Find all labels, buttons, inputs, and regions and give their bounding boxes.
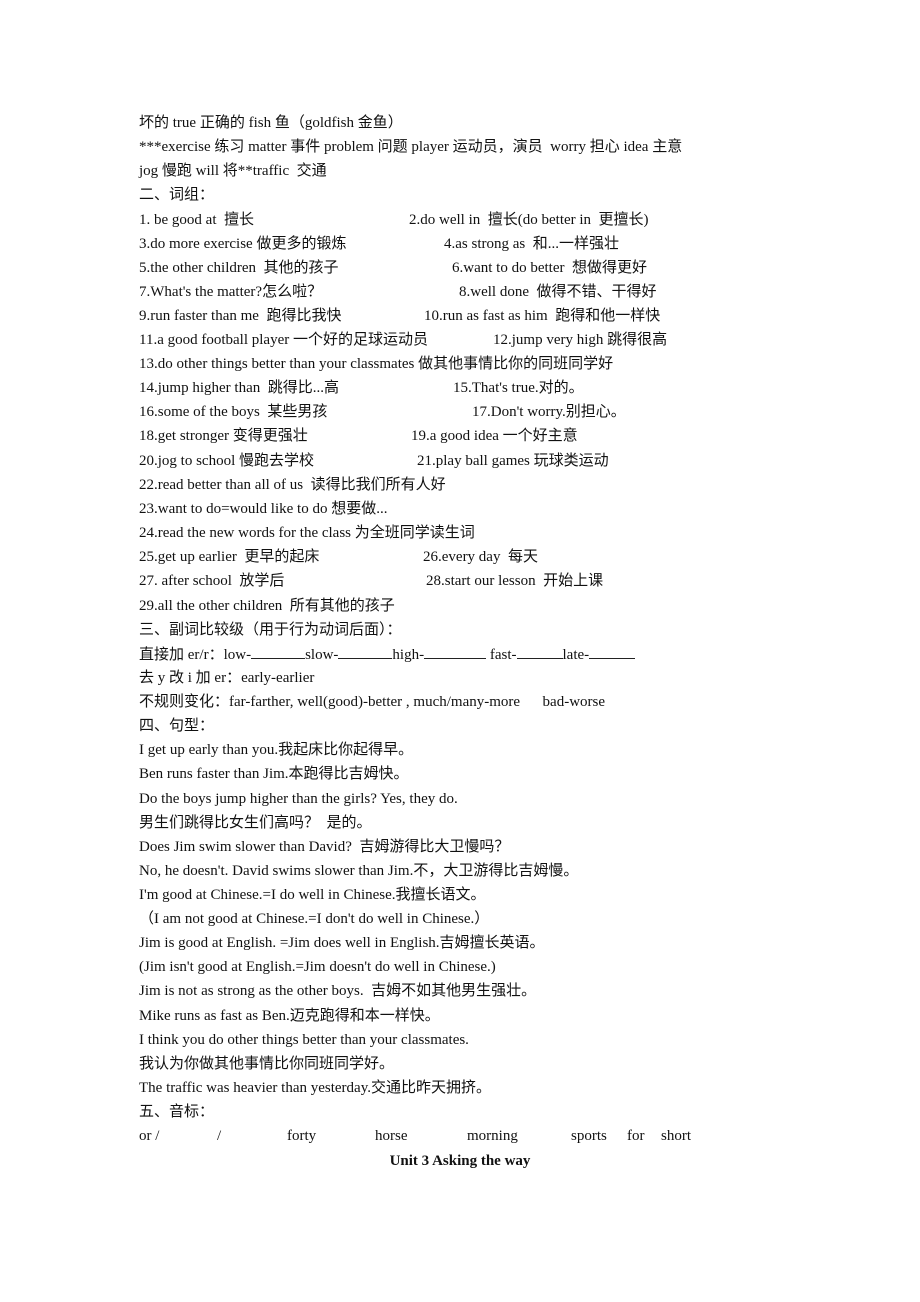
word-stem: high-: [392, 647, 425, 663]
sentence-line: I'm good at Chinese.=I do well in Chines…: [139, 887, 486, 903]
phonetic-word: morning: [467, 1128, 518, 1144]
vocab-line: jog 慢跑 will 将**traffic 交通: [139, 163, 327, 179]
phrase-item: 3.do more exercise 做更多的锻炼: [139, 236, 347, 252]
phrase-item: 24.read the new words for the class 为全班同…: [139, 525, 475, 541]
section-heading-sentences: 四、句型：: [139, 718, 215, 734]
sentence-line: No, he doesn't. David swims slower than …: [139, 863, 579, 879]
phonetic-word: horse: [375, 1128, 408, 1144]
phrase-item: 16.some of the boys 某些男孩: [139, 404, 328, 420]
rule-prefix: 直接加 er/r：: [139, 647, 224, 663]
comparative-rule: 去 y 改 i 加 er：early-earlier: [139, 670, 315, 686]
section-heading-phrases: 二、词组：: [139, 187, 215, 203]
phrase-item: 13.do other things better than your clas…: [139, 356, 614, 372]
answer-blank[interactable]: [589, 644, 636, 659]
phrase-item: 22.read better than all of us 读得比我们所有人好: [139, 477, 446, 493]
phrase-item: 5.the other children 其他的孩子: [139, 260, 339, 276]
section-heading-comparatives: 三、副词比较级（用于行为动词后面）：: [139, 622, 402, 638]
answer-blank[interactable]: [251, 644, 306, 659]
phrase-item: 26.every day 每天: [423, 549, 538, 565]
phrase-item: 6.want to do better 想做得更好: [452, 260, 647, 276]
phrase-item: 10.run as fast as him 跑得和他一样快: [424, 308, 661, 324]
phrase-item: 15.That's true.对的。: [453, 380, 584, 396]
phrase-item: 28.start our lesson 开始上课: [426, 573, 604, 589]
sentence-line: Ben runs faster than Jim.本跑得比吉姆快。: [139, 766, 409, 782]
section-heading-phonetics: 五、音标：: [139, 1104, 215, 1120]
sentence-line: Does Jim swim slower than David? 吉姆游得比大卫…: [139, 839, 510, 855]
sentence-line: Jim is not as strong as the other boys. …: [139, 983, 537, 999]
phrase-item: 2.do well in 擅长(do better in 更擅长): [409, 212, 649, 228]
phrase-item: 18.get stronger 变得更强壮: [139, 428, 308, 444]
phrase-item: 1. be good at 擅长: [139, 212, 254, 228]
sentence-line: 我认为你做其他事情比你同班同学好。: [139, 1056, 395, 1072]
phrase-item: 12.jump very high 跳得很高: [493, 332, 668, 348]
phonetic-word: or /: [139, 1128, 160, 1144]
sentence-line: Jim is good at English. =Jim does well i…: [139, 935, 545, 951]
word-stem: low-: [223, 647, 252, 663]
phrase-item: 11.a good football player 一个好的足球运动员: [139, 332, 428, 348]
sentence-line: （I am not good at Chinese.=I don't do we…: [139, 911, 490, 927]
answer-blank[interactable]: [424, 644, 487, 659]
phonetic-word: /: [217, 1128, 222, 1144]
phrase-item: 8.well done 做得不错、干得好: [459, 284, 657, 300]
sentence-line: I get up early than you.我起床比你起得早。: [139, 742, 414, 758]
phrase-item: 20.jog to school 慢跑去学校: [139, 453, 314, 469]
phrase-item: 25.get up earlier 更早的起床: [139, 549, 320, 565]
comparative-rule: 不规则变化：far-farther, well(good)-better , m…: [139, 694, 606, 710]
phrase-item: 14.jump higher than 跳得比...高: [139, 380, 339, 396]
phonetic-word: forty: [287, 1128, 317, 1144]
word-stem: fast-: [489, 647, 517, 663]
sentence-line: 男生们跳得比女生们高吗？ 是的。: [139, 815, 372, 831]
phonetic-word: short: [661, 1128, 691, 1144]
sentence-line: Mike runs as fast as Ben.迈克跑得和本一样快。: [139, 1008, 440, 1024]
word-stem: late-: [562, 647, 590, 663]
word-stem: slow-: [305, 647, 339, 663]
phrase-item: 4.as strong as 和...一样强壮: [444, 236, 619, 252]
vocab-line: ***exercise 练习 matter 事件 problem 问题 play…: [139, 139, 683, 155]
phrase-item: 21.play ball games 玩球类运动: [417, 453, 609, 469]
phrase-item: 27. after school 放学后: [139, 573, 285, 589]
sentence-line: The traffic was heavier than yesterday.交…: [139, 1080, 491, 1096]
answer-blank[interactable]: [338, 644, 393, 659]
phrase-item: 23.want to do=would like to do 想要做...: [139, 501, 388, 517]
unit-title: Unit 3 Asking the way: [389, 1153, 531, 1169]
phonetic-word: for: [627, 1128, 645, 1144]
phrase-item: 17.Don't worry.别担心。: [472, 404, 626, 420]
phrase-item: 7.What's the matter?怎么啦？: [139, 284, 323, 300]
phrase-item: 29.all the other children 所有其他的孩子: [139, 598, 395, 614]
phrase-item: 19.a good idea 一个好主意: [411, 428, 578, 444]
phrase-item: 9.run faster than me 跑得比我快: [139, 308, 342, 324]
comparative-rule-fill-in: 直接加 er/r：low-slow-high- fast-late-: [139, 644, 636, 665]
answer-blank[interactable]: [516, 644, 563, 659]
vocab-line: 坏的 true 正确的 fish 鱼（goldfish 金鱼）: [139, 115, 403, 131]
sentence-line: (Jim isn't good at English.=Jim doesn't …: [139, 959, 496, 975]
sentence-line: Do the boys jump higher than the girls? …: [139, 791, 458, 807]
phonetic-word: sports: [571, 1128, 607, 1144]
sentence-line: I think you do other things better than …: [139, 1032, 469, 1048]
